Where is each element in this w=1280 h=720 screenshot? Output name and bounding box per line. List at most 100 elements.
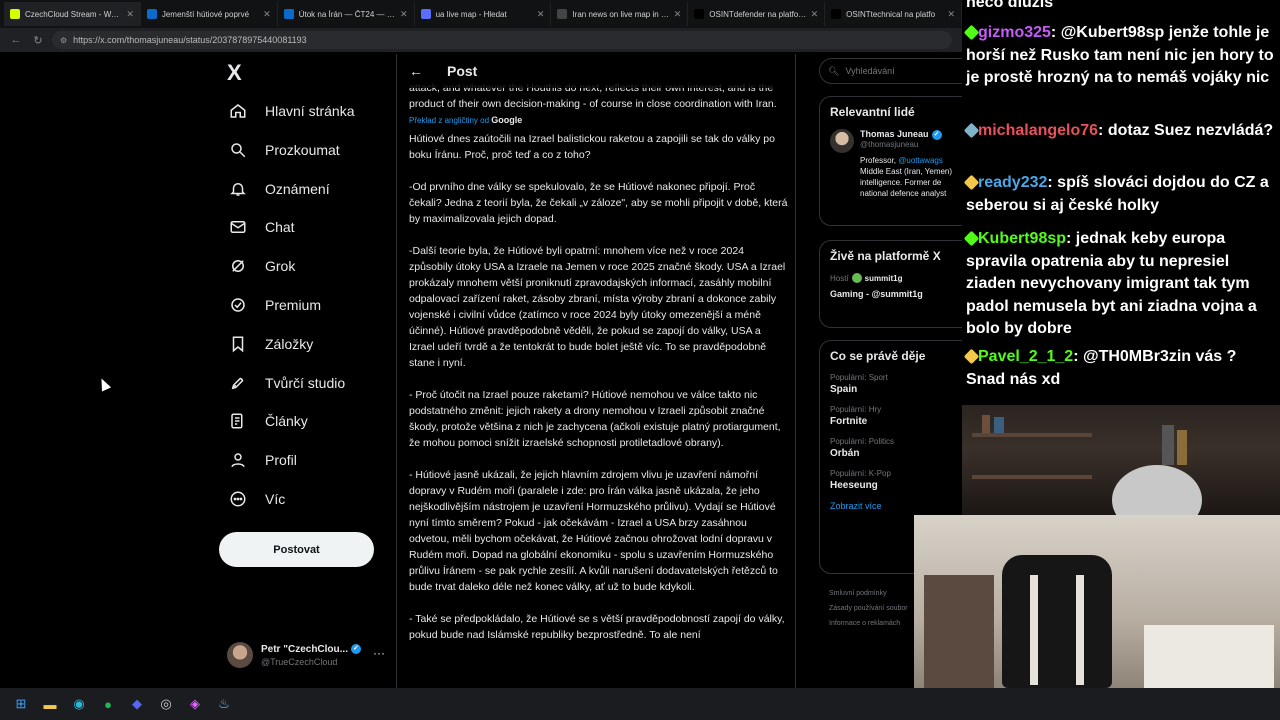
person-icon (227, 449, 249, 471)
chat-badge-icon (963, 174, 980, 191)
nav-item-premium[interactable]: Premium (219, 286, 389, 324)
post-paragraph: - Proč útočit na Izrael pouze raketami? … (409, 389, 781, 449)
spotify-icon[interactable]: ● (97, 693, 119, 715)
browser-tab[interactable]: OSINTtechnical na platfo ✕ (825, 2, 962, 26)
translation-note[interactable]: Překlad z angličtiny od Google (409, 114, 789, 127)
book (1162, 425, 1174, 465)
verified-badge-icon: ✓ (350, 643, 361, 654)
chat-username: Pavel_2_1_2 (978, 348, 1074, 365)
browser-tab[interactable]: Jemenští hútiové poprvé ✕ (141, 2, 278, 26)
relevant-people-card: Relevantní lidé Thomas Juneau ✓ @thomasju… (819, 96, 962, 226)
windows-start-icon[interactable]: ⊞ (10, 693, 32, 715)
live-card[interactable]: Živě na platformě X Hostí summit1g Gaming… (819, 240, 962, 328)
trend-name: Spain (830, 384, 858, 395)
discord-icon[interactable]: ◆ (126, 693, 148, 715)
taskbar: ⊞ ▬ ◉ ● ◆ ◎ ◈ ♨ (0, 688, 1280, 720)
x-icon (10, 9, 20, 19)
edge-icon[interactable]: ◉ (68, 693, 90, 715)
account-switcher[interactable]: Petr "CzechClou... ✓ @TrueCzechCloud ··· (227, 638, 387, 672)
avatar (227, 642, 253, 668)
close-icon[interactable]: ✕ (400, 9, 408, 20)
footer-link[interactable]: Smluvní podmínky (829, 586, 908, 601)
reload-icon[interactable]: ↻ (30, 32, 46, 48)
nav-item-tv-r-studio[interactable]: Tvůrčí studio (219, 364, 389, 402)
trend-item[interactable]: Populární: Hry Fortnite (830, 405, 962, 427)
nav-item-label: Oznámení (265, 180, 330, 197)
close-icon[interactable]: ✕ (674, 9, 682, 20)
tab-title: OSINTtechnical na platfo (846, 9, 936, 19)
mail-icon (227, 216, 249, 238)
search-icon (420, 9, 431, 19)
copilot-icon[interactable]: ◈ (184, 693, 206, 715)
back-arrow-icon[interactable]: ← (8, 32, 24, 48)
url-field[interactable]: ⚙ https://x.com/thomasjuneau/status/2037… (52, 31, 952, 49)
search-input[interactable]: 🔍︎ Vyhledávání (819, 58, 962, 84)
close-icon[interactable]: ✕ (126, 9, 134, 20)
news-icon (283, 9, 294, 19)
show-more-link[interactable]: Zobrazit více (830, 501, 962, 511)
chat-message: Pavel_2_1_2: @TH0MBr3zin vás ? Snad nás … (963, 346, 1278, 391)
trend-category: Populární: Politics (830, 437, 895, 446)
trend-name: Heeseung (830, 480, 878, 491)
book (1177, 430, 1187, 465)
live-title: Živě na platformě X (830, 249, 941, 263)
x-logo-icon[interactable]: X (227, 60, 253, 86)
nav-item-ozn-men-[interactable]: Oznámení (219, 170, 389, 208)
chat-badge-icon (963, 230, 980, 247)
nav-item-label: Profil (265, 452, 297, 469)
trend-item[interactable]: Populární: Politics Orbán (830, 437, 962, 459)
browser-tab[interactable]: OSINTdefender na platformě ✕ (688, 2, 826, 26)
account-name: Petr "CzechClou... ✓ (261, 644, 361, 655)
nav-item-label: Prozkoumat (265, 141, 340, 158)
map-icon (557, 9, 568, 19)
obs-icon[interactable]: ◎ (155, 693, 177, 715)
footer-links: Smluvní podmínky Zásady používání soubor I… (829, 586, 908, 631)
bookmark-icon (227, 333, 249, 355)
person-item[interactable]: Thomas Juneau ✓ @thomasjuneau Professor, … (830, 129, 962, 199)
browser-tab[interactable]: CzechCloud Stream - Watch I ✕ (4, 2, 141, 26)
search-icon (227, 139, 249, 161)
browser-tab[interactable]: ua live map - Hledat ✕ (415, 2, 552, 26)
trend-category: Populární: K-Pop (830, 469, 891, 478)
x-icon (694, 9, 705, 19)
post-button[interactable]: Postovat (219, 532, 374, 567)
verified-badge-icon: ✓ (931, 129, 942, 140)
person-head (1112, 465, 1202, 515)
nav-item-hlavn-str-nka[interactable]: Hlavní stránka (219, 92, 389, 130)
browser-tab[interactable]: Útok na Írán — ČT24 — Česk ✕ (278, 2, 415, 26)
trend-item[interactable]: Populární: K-Pop Heeseung (830, 469, 962, 491)
close-icon[interactable]: ✕ (537, 9, 545, 20)
tab-title: CzechCloud Stream - Watch I (25, 9, 123, 19)
chair-stripe (1076, 575, 1084, 685)
trend-name: Fortnite (830, 416, 868, 427)
steam-icon[interactable]: ♨ (213, 693, 235, 715)
nav-item-label: Víc (265, 491, 286, 507)
nav-item-grok[interactable]: Grok (219, 247, 389, 285)
footer-link[interactable]: Zásady používání soubor (829, 601, 908, 616)
post-paragraph: - Hútiové jasně ukázali, že jejich hlavn… (409, 469, 778, 593)
site-info-icon[interactable]: ⚙ (60, 36, 67, 45)
nav-item-prozkoumat[interactable]: Prozkoumat (219, 131, 389, 169)
file-explorer-icon[interactable]: ▬ (39, 693, 61, 715)
more-dots-icon[interactable]: ··· (373, 646, 385, 660)
nav-item--l-nky[interactable]: Články (219, 402, 389, 440)
close-icon[interactable]: ✕ (263, 9, 271, 20)
nav-item-v-c[interactable]: Víc (219, 480, 389, 518)
browser-tab[interactable]: Iran news on live map in Engl ✕ (551, 2, 689, 26)
footer-link[interactable]: Informace o reklamách (829, 616, 908, 631)
chat-message: Kubert98sp: jednak keby europa spravila … (963, 228, 1278, 341)
trend-item[interactable]: Populární: Sport Spain (830, 373, 962, 395)
chat-message: michalangelo76: dotaz Suez nezvládá? (963, 120, 1278, 143)
close-icon[interactable]: ✕ (811, 9, 819, 20)
close-icon[interactable]: ✕ (947, 9, 955, 20)
chat-username: gizmo325 (978, 24, 1051, 41)
back-arrow-icon[interactable]: ← (409, 63, 429, 79)
chat-username: ready232 (978, 174, 1048, 191)
google-brand: Google (491, 115, 523, 125)
nav-item-z-lo-ky[interactable]: Záložky (219, 325, 389, 363)
shelf (972, 475, 1092, 479)
relevant-people-title: Relevantní lidé (830, 105, 915, 119)
nav-item-chat[interactable]: Chat (219, 208, 389, 246)
nav-item-label: Záložky (265, 335, 314, 352)
nav-item-profil[interactable]: Profil (219, 441, 389, 479)
